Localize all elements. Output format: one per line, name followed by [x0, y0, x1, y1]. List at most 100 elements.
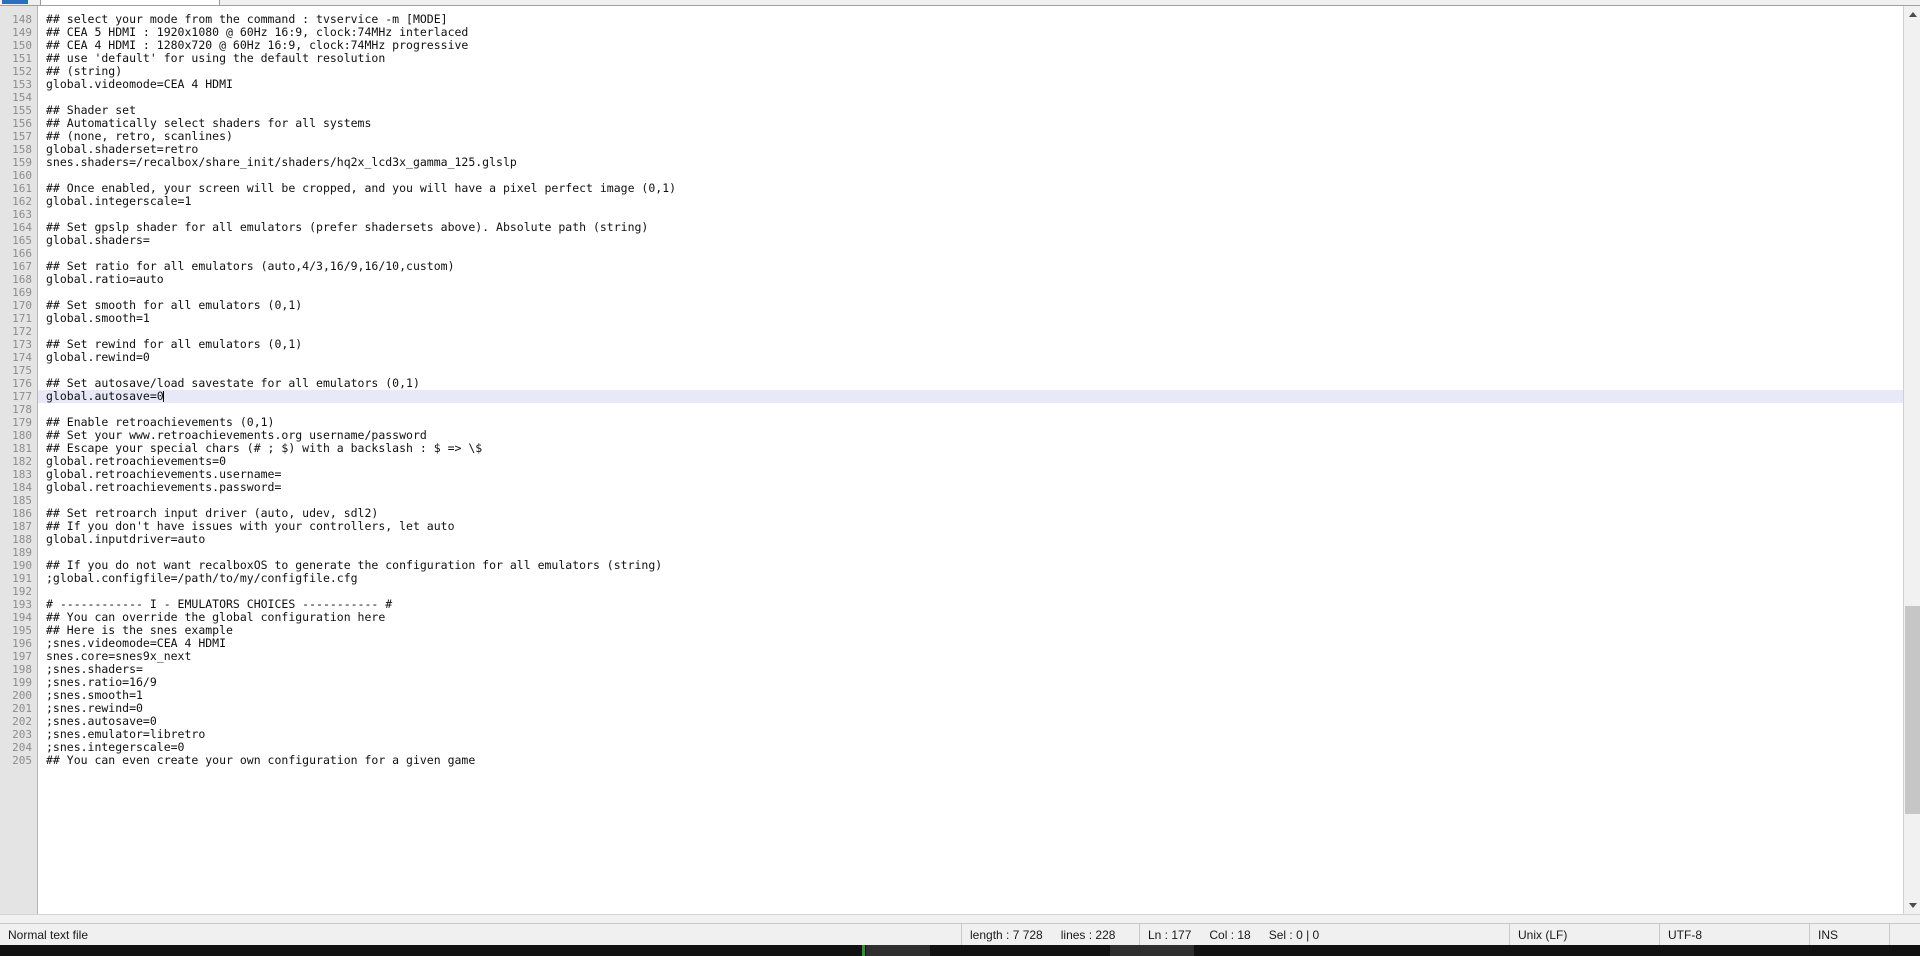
- code-line[interactable]: ;global.configfile=/path/to/my/configfil…: [46, 572, 1903, 585]
- editor-window: 148 149 150 151 152 153 154 155 156 157 158 159 160 1…: [0, 0, 1920, 956]
- code-line-text: ;snes.smooth=1: [46, 688, 143, 702]
- code-line-text: ## Set smooth for all emulators (0,1): [46, 298, 303, 312]
- code-line-text: ## CEA 4 HDMI : 1280x720 @ 60Hz 16:9, cl…: [46, 38, 469, 52]
- code-line-text: global.retroachievements.password=: [46, 480, 282, 494]
- code-line[interactable]: global.retroachievements=0: [46, 455, 1903, 468]
- code-line-text: global.rewind=0: [46, 350, 150, 364]
- line-number: 188: [12, 533, 32, 546]
- code-line-current[interactable]: global.autosave=0: [38, 390, 1903, 403]
- code-line[interactable]: [46, 325, 1903, 338]
- code-line[interactable]: ;snes.ratio=16/9: [46, 676, 1903, 689]
- taskbar-item[interactable]: [1110, 945, 1194, 956]
- line-number: 158: [12, 143, 32, 156]
- code-line[interactable]: global.shaders=: [46, 234, 1903, 247]
- line-number: 160: [12, 169, 32, 182]
- code-line[interactable]: ## Here is the snes example: [46, 624, 1903, 637]
- code-line[interactable]: ## Set ratio for all emulators (auto,4/3…: [46, 260, 1903, 273]
- scroll-up-arrow-icon[interactable]: [1904, 6, 1920, 23]
- line-number: 165: [12, 234, 32, 247]
- code-line[interactable]: ;snes.shaders=: [46, 663, 1903, 676]
- toolbar-button-sliver[interactable]: [2, 0, 28, 4]
- taskbar-item[interactable]: [866, 945, 930, 956]
- code-line[interactable]: global.smooth=1: [46, 312, 1903, 325]
- code-line[interactable]: snes.core=snes9x_next: [46, 650, 1903, 663]
- line-number: 181: [12, 442, 32, 455]
- scroll-down-arrow-icon[interactable]: [1904, 897, 1920, 914]
- code-line[interactable]: ;snes.emulator=libretro: [46, 728, 1903, 741]
- vertical-scrollbar[interactable]: [1903, 6, 1920, 914]
- line-number: 174: [12, 351, 32, 364]
- code-line-text: snes.core=snes9x_next: [46, 649, 192, 663]
- line-number: 162: [12, 195, 32, 208]
- code-line[interactable]: global.ratio=auto: [46, 273, 1903, 286]
- status-encoding[interactable]: UTF-8: [1660, 924, 1810, 945]
- code-line[interactable]: ## Set autosave/load savestate for all e…: [46, 377, 1903, 390]
- line-number: 151: [12, 52, 32, 65]
- code-line[interactable]: ;snes.autosave=0: [46, 715, 1903, 728]
- code-line[interactable]: global.retroachievements.password=: [46, 481, 1903, 494]
- code-line-text: ## Set autosave/load savestate for all e…: [46, 376, 420, 390]
- code-line-text: ## Enable retroachievements (0,1): [46, 415, 275, 429]
- status-length-label: length : 7 728: [970, 927, 1043, 942]
- code-line[interactable]: ## Once enabled, your screen will be cro…: [46, 182, 1903, 195]
- code-line[interactable]: ## use 'default' for using the default r…: [46, 52, 1903, 65]
- code-line-text: global.ratio=auto: [46, 272, 164, 286]
- code-line[interactable]: [46, 91, 1903, 104]
- line-number: 166: [12, 247, 32, 260]
- line-number: 148: [12, 13, 32, 26]
- status-ln-label: Ln : 177: [1148, 927, 1192, 942]
- code-line[interactable]: ## Automatically select shaders for all …: [46, 117, 1903, 130]
- code-line[interactable]: global.retroachievements.username=: [46, 468, 1903, 481]
- code-line-text: ;snes.videomode=CEA 4 HDMI: [46, 636, 227, 650]
- code-line-text: ## Set your www.retroachievements.org us…: [46, 428, 427, 442]
- code-line-text: global.retroachievements=0: [46, 454, 227, 468]
- line-number: 198: [12, 663, 32, 676]
- line-number: 170: [12, 299, 32, 312]
- code-line-text: ## Set ratio for all emulators (auto,4/3…: [46, 259, 455, 273]
- vertical-scrollbar-thumb[interactable]: [1905, 606, 1920, 814]
- code-line[interactable]: ## Set rewind for all emulators (0,1): [46, 338, 1903, 351]
- code-line[interactable]: global.rewind=0: [46, 351, 1903, 364]
- code-line[interactable]: ## If you don't have issues with your co…: [46, 520, 1903, 533]
- code-line[interactable]: ## Set smooth for all emulators (0,1): [46, 299, 1903, 312]
- status-file-type: Normal text file: [0, 924, 962, 945]
- code-line[interactable]: ;snes.smooth=1: [46, 689, 1903, 702]
- code-line[interactable]: global.integerscale=1: [46, 195, 1903, 208]
- code-line[interactable]: ## (none, retro, scanlines): [46, 130, 1903, 143]
- line-number: 172: [12, 325, 32, 338]
- code-line[interactable]: ## You can even create your own configur…: [46, 754, 1903, 767]
- code-line[interactable]: [46, 403, 1903, 416]
- code-line[interactable]: [46, 286, 1903, 299]
- status-bar: Normal text file length : 7 728 lines : …: [0, 923, 1920, 945]
- code-line-text: ;snes.shaders=: [46, 662, 143, 676]
- code-line-text: ## Set gpslp shader for all emulators (p…: [46, 220, 649, 234]
- code-line[interactable]: global.inputdriver=auto: [46, 533, 1903, 546]
- line-number: 152: [12, 65, 32, 78]
- line-number: 159: [12, 156, 32, 169]
- code-line[interactable]: ;snes.rewind=0: [46, 702, 1903, 715]
- taskbar-accent: [862, 945, 865, 956]
- code-line[interactable]: ## You can override the global configura…: [46, 611, 1903, 624]
- line-number: 203: [12, 728, 32, 741]
- status-insert-mode[interactable]: INS: [1810, 924, 1890, 945]
- code-line[interactable]: ;snes.videomode=CEA 4 HDMI: [46, 637, 1903, 650]
- document-tab-sliver[interactable]: [40, 0, 220, 5]
- code-line[interactable]: ## Escape your special chars (# ; $) wit…: [46, 442, 1903, 455]
- code-line[interactable]: ## Set gpslp shader for all emulators (p…: [46, 221, 1903, 234]
- line-number: 180: [12, 429, 32, 442]
- horizontal-scrollbar[interactable]: [0, 914, 1920, 923]
- status-eol-format[interactable]: Unix (LF): [1510, 924, 1660, 945]
- line-number: 187: [12, 520, 32, 533]
- line-number: 168: [12, 273, 32, 286]
- code-text-area[interactable]: ## select your mode from the command : t…: [38, 6, 1903, 914]
- code-line-text: ## CEA 5 HDMI : 1920x1080 @ 60Hz 16:9, c…: [46, 25, 469, 39]
- line-number: 179: [12, 416, 32, 429]
- code-line[interactable]: global.videomode=CEA 4 HDMI: [46, 78, 1903, 91]
- line-number: 157: [12, 130, 32, 143]
- line-number: 192: [12, 585, 32, 598]
- line-number: 167: [12, 260, 32, 273]
- code-line[interactable]: ## (string): [46, 65, 1903, 78]
- code-line[interactable]: snes.shaders=/recalbox/share_init/shader…: [46, 156, 1903, 169]
- code-line-text: ## Shader set: [46, 103, 137, 117]
- line-number: 193: [12, 598, 32, 611]
